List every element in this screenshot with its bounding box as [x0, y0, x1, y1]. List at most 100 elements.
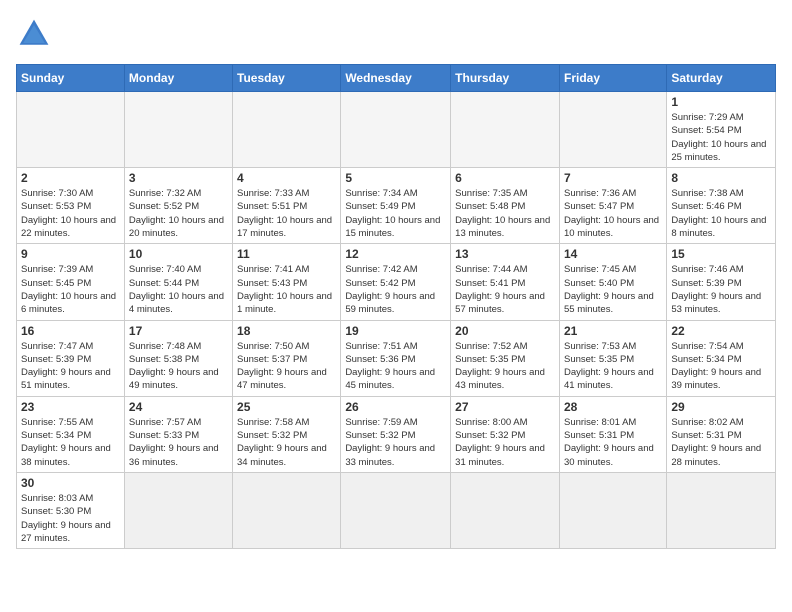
day-info: Sunrise: 7:59 AM Sunset: 5:32 PM Dayligh… [345, 416, 446, 469]
calendar-cell [341, 472, 451, 548]
header-monday: Monday [124, 65, 232, 92]
day-info: Sunrise: 7:51 AM Sunset: 5:36 PM Dayligh… [345, 340, 446, 393]
calendar-cell: 15 Sunrise: 7:46 AM Sunset: 5:39 PM Dayli… [667, 244, 776, 320]
calendar-cell: 23Sunrise: 7:55 AM Sunset: 5:34 PM Dayli… [17, 396, 125, 472]
day-number: 29 [671, 400, 771, 414]
calendar-cell: 28 Sunrise: 8:01 AM Sunset: 5:31 PM Dayli… [559, 396, 666, 472]
calendar-cell: 6 Sunrise: 7:35 AM Sunset: 5:48 PM Daylig… [451, 168, 560, 244]
day-number: 30 [21, 476, 120, 490]
day-info: Sunrise: 8:00 AM Sunset: 5:32 PM Dayligh… [455, 416, 555, 469]
day-info: Sunrise: 7:35 AM Sunset: 5:48 PM Dayligh… [455, 187, 555, 240]
calendar-cell: 7Sunrise: 7:36 AM Sunset: 5:47 PM Daylig… [559, 168, 666, 244]
calendar-cell: 21 Sunrise: 7:53 AM Sunset: 5:35 PM Dayli… [559, 320, 666, 396]
day-number: 2 [21, 171, 120, 185]
day-info: Sunrise: 7:44 AM Sunset: 5:41 PM Dayligh… [455, 263, 555, 316]
day-info: Sunrise: 7:42 AM Sunset: 5:42 PM Dayligh… [345, 263, 446, 316]
day-info: Sunrise: 7:34 AM Sunset: 5:49 PM Dayligh… [345, 187, 446, 240]
calendar-cell: 27 Sunrise: 8:00 AM Sunset: 5:32 PM Dayli… [451, 396, 560, 472]
calendar-cell: 17Sunrise: 7:48 AM Sunset: 5:38 PM Dayli… [124, 320, 232, 396]
calendar-cell [124, 472, 232, 548]
day-info: Sunrise: 8:03 AM Sunset: 5:30 PM Dayligh… [21, 492, 120, 545]
calendar-cell: 4 Sunrise: 7:33 AM Sunset: 5:51 PM Daylig… [233, 168, 341, 244]
calendar-cell: 25Sunrise: 7:58 AM Sunset: 5:32 PM Dayli… [233, 396, 341, 472]
calendar-cell: 22 Sunrise: 7:54 AM Sunset: 5:34 PM Dayli… [667, 320, 776, 396]
day-info: Sunrise: 7:38 AM Sunset: 5:46 PM Dayligh… [671, 187, 771, 240]
calendar-cell: 13 Sunrise: 7:44 AM Sunset: 5:41 PM Dayli… [451, 244, 560, 320]
calendar-cell: 8 Sunrise: 7:38 AM Sunset: 5:46 PM Daylig… [667, 168, 776, 244]
day-number: 20 [455, 324, 555, 338]
day-info: Sunrise: 8:01 AM Sunset: 5:31 PM Dayligh… [564, 416, 662, 469]
day-number: 4 [237, 171, 336, 185]
day-number: 28 [564, 400, 662, 414]
day-number: 15 [671, 247, 771, 261]
day-info: Sunrise: 7:41 AM Sunset: 5:43 PM Dayligh… [237, 263, 336, 316]
day-number: 12 [345, 247, 446, 261]
calendar-cell [559, 472, 666, 548]
day-info: Sunrise: 7:45 AM Sunset: 5:40 PM Dayligh… [564, 263, 662, 316]
page-header [16, 16, 776, 52]
header-friday: Friday [559, 65, 666, 92]
day-number: 6 [455, 171, 555, 185]
calendar-cell: 20 Sunrise: 7:52 AM Sunset: 5:35 PM Dayli… [451, 320, 560, 396]
day-info: Sunrise: 7:39 AM Sunset: 5:45 PM Dayligh… [21, 263, 120, 316]
calendar-cell: 1Sunrise: 7:29 AM Sunset: 5:54 PM Daylig… [667, 92, 776, 168]
day-number: 26 [345, 400, 446, 414]
day-info: Sunrise: 7:30 AM Sunset: 5:53 PM Dayligh… [21, 187, 120, 240]
calendar-week-row: 30 Sunrise: 8:03 AM Sunset: 5:30 PM Dayli… [17, 472, 776, 548]
calendar-cell [667, 472, 776, 548]
logo-icon [16, 16, 52, 52]
calendar-cell: 9Sunrise: 7:39 AM Sunset: 5:45 PM Daylig… [17, 244, 125, 320]
calendar-cell: 18Sunrise: 7:50 AM Sunset: 5:37 PM Dayli… [233, 320, 341, 396]
day-number: 18 [237, 324, 336, 338]
day-number: 24 [129, 400, 228, 414]
calendar-header-row: SundayMondayTuesdayWednesdayThursdayFrid… [17, 65, 776, 92]
header-saturday: Saturday [667, 65, 776, 92]
calendar-cell [233, 472, 341, 548]
day-info: Sunrise: 7:55 AM Sunset: 5:34 PM Dayligh… [21, 416, 120, 469]
calendar-week-row: 1Sunrise: 7:29 AM Sunset: 5:54 PM Daylig… [17, 92, 776, 168]
day-number: 13 [455, 247, 555, 261]
calendar-cell: 30 Sunrise: 8:03 AM Sunset: 5:30 PM Dayli… [17, 472, 125, 548]
day-info: Sunrise: 7:29 AM Sunset: 5:54 PM Dayligh… [671, 111, 771, 164]
calendar-cell [451, 472, 560, 548]
calendar-cell [559, 92, 666, 168]
day-number: 11 [237, 247, 336, 261]
calendar-cell [451, 92, 560, 168]
day-info: Sunrise: 7:33 AM Sunset: 5:51 PM Dayligh… [237, 187, 336, 240]
day-info: Sunrise: 7:52 AM Sunset: 5:35 PM Dayligh… [455, 340, 555, 393]
calendar-cell: 14Sunrise: 7:45 AM Sunset: 5:40 PM Dayli… [559, 244, 666, 320]
calendar-cell: 12 Sunrise: 7:42 AM Sunset: 5:42 PM Dayli… [341, 244, 451, 320]
calendar-cell: 24 Sunrise: 7:57 AM Sunset: 5:33 PM Dayli… [124, 396, 232, 472]
calendar-week-row: 9Sunrise: 7:39 AM Sunset: 5:45 PM Daylig… [17, 244, 776, 320]
calendar-cell: 26 Sunrise: 7:59 AM Sunset: 5:32 PM Dayli… [341, 396, 451, 472]
calendar-cell: 2 Sunrise: 7:30 AM Sunset: 5:53 PM Daylig… [17, 168, 125, 244]
day-info: Sunrise: 7:57 AM Sunset: 5:33 PM Dayligh… [129, 416, 228, 469]
logo [16, 16, 58, 52]
day-info: Sunrise: 8:02 AM Sunset: 5:31 PM Dayligh… [671, 416, 771, 469]
header-wednesday: Wednesday [341, 65, 451, 92]
day-number: 22 [671, 324, 771, 338]
calendar-cell: 5Sunrise: 7:34 AM Sunset: 5:49 PM Daylig… [341, 168, 451, 244]
calendar-cell: 19 Sunrise: 7:51 AM Sunset: 5:36 PM Dayli… [341, 320, 451, 396]
calendar-week-row: 23Sunrise: 7:55 AM Sunset: 5:34 PM Dayli… [17, 396, 776, 472]
calendar-cell: 3 Sunrise: 7:32 AM Sunset: 5:52 PM Daylig… [124, 168, 232, 244]
day-number: 10 [129, 247, 228, 261]
day-info: Sunrise: 7:53 AM Sunset: 5:35 PM Dayligh… [564, 340, 662, 393]
header-sunday: Sunday [17, 65, 125, 92]
day-number: 8 [671, 171, 771, 185]
day-info: Sunrise: 7:46 AM Sunset: 5:39 PM Dayligh… [671, 263, 771, 316]
day-number: 19 [345, 324, 446, 338]
day-number: 21 [564, 324, 662, 338]
day-number: 25 [237, 400, 336, 414]
day-number: 27 [455, 400, 555, 414]
calendar-table: SundayMondayTuesdayWednesdayThursdayFrid… [16, 64, 776, 549]
calendar-week-row: 16Sunrise: 7:47 AM Sunset: 5:39 PM Dayli… [17, 320, 776, 396]
day-info: Sunrise: 7:40 AM Sunset: 5:44 PM Dayligh… [129, 263, 228, 316]
day-info: Sunrise: 7:54 AM Sunset: 5:34 PM Dayligh… [671, 340, 771, 393]
calendar-cell [124, 92, 232, 168]
day-number: 3 [129, 171, 228, 185]
calendar-cell [233, 92, 341, 168]
day-number: 7 [564, 171, 662, 185]
day-info: Sunrise: 7:32 AM Sunset: 5:52 PM Dayligh… [129, 187, 228, 240]
calendar-cell: 11 Sunrise: 7:41 AM Sunset: 5:43 PM Dayli… [233, 244, 341, 320]
